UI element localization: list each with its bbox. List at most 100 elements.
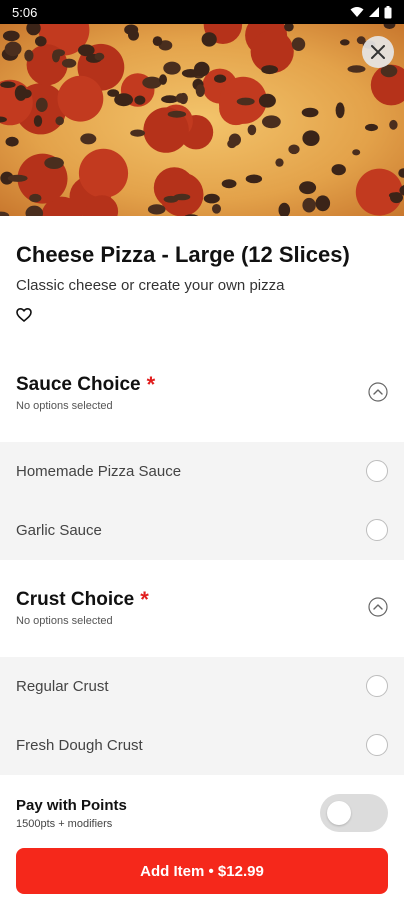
ground-beef-topping	[94, 52, 105, 61]
radio-button[interactable]	[366, 734, 388, 756]
ground-beef-topping	[33, 115, 43, 127]
radio-button[interactable]	[366, 675, 388, 697]
toggle-knob	[327, 801, 351, 825]
ground-beef-topping	[35, 36, 47, 47]
points-cost-label: 1500pts + modifiers	[16, 818, 113, 830]
ground-beef-topping	[301, 107, 319, 118]
ground-beef-topping	[53, 49, 65, 57]
close-button[interactable]	[362, 36, 394, 68]
ground-beef-topping	[159, 74, 167, 85]
ground-beef-topping	[152, 36, 163, 46]
heart-outline-icon[interactable]	[16, 307, 32, 323]
ground-beef-topping	[262, 115, 281, 129]
ground-beef-topping	[245, 174, 263, 184]
ground-beef-topping	[55, 116, 64, 126]
ground-beef-topping	[163, 61, 181, 75]
close-icon	[371, 45, 385, 59]
required-marker: *	[146, 372, 156, 397]
ground-beef-topping	[331, 164, 346, 176]
ground-beef-topping	[163, 195, 179, 203]
ground-beef-topping	[347, 65, 366, 73]
ground-beef-topping	[124, 24, 139, 35]
ground-beef-topping	[0, 81, 16, 88]
option-homemade-pizza-sauce[interactable]: Homemade Pizza Sauce	[0, 442, 404, 501]
signal-icon	[369, 7, 379, 17]
ground-beef-topping	[181, 69, 200, 78]
crust-options-list: Regular Crust Fresh Dough Crust	[0, 657, 404, 775]
ground-beef-topping	[365, 123, 378, 132]
option-regular-crust[interactable]: Regular Crust	[0, 657, 404, 716]
wifi-icon	[350, 7, 364, 17]
battery-icon	[384, 5, 392, 18]
option-fresh-dough-crust[interactable]: Fresh Dough Crust	[0, 716, 404, 775]
section-sauce-header[interactable]: Sauce Choice * No options selected	[0, 356, 404, 442]
option-label: Fresh Dough Crust	[16, 737, 143, 754]
ground-beef-topping	[2, 30, 20, 42]
section-title-text: Sauce Choice	[16, 374, 141, 395]
radio-button[interactable]	[366, 460, 388, 482]
ground-beef-topping	[161, 95, 179, 104]
item-description: Classic cheese or create your own pizza	[16, 277, 285, 294]
section-title: Crust Choice *	[16, 587, 149, 613]
status-icons	[350, 5, 392, 19]
add-item-button[interactable]: Add Item • $12.99	[16, 848, 388, 894]
item-image	[0, 24, 404, 216]
ground-beef-topping	[114, 93, 133, 107]
ground-beef-topping	[352, 149, 361, 156]
ground-beef-topping	[80, 133, 97, 145]
ground-beef-topping	[167, 110, 187, 118]
section-crust-header[interactable]: Crust Choice * No options selected	[0, 571, 404, 657]
ground-beef-topping	[288, 144, 300, 155]
pepperoni-slice	[355, 168, 403, 216]
required-marker: *	[140, 587, 149, 612]
ground-beef-topping	[203, 193, 220, 204]
ground-beef-topping	[389, 119, 398, 130]
ground-beef-topping	[201, 32, 217, 47]
ground-beef-topping	[335, 102, 345, 119]
ground-beef-topping	[195, 84, 205, 97]
ground-beef-topping	[29, 193, 42, 203]
ground-beef-topping	[214, 74, 227, 83]
option-label: Homemade Pizza Sauce	[16, 463, 182, 480]
ground-beef-topping	[302, 130, 320, 146]
pay-with-points-toggle[interactable]	[320, 794, 388, 832]
pepperoni-slice	[219, 91, 253, 126]
section-title: Sauce Choice *	[16, 372, 155, 398]
radio-button[interactable]	[366, 519, 388, 541]
pepperoni-slice	[57, 75, 104, 122]
ground-beef-topping	[35, 97, 48, 112]
option-label: Garlic Sauce	[16, 522, 102, 539]
chevron-up-circle-icon[interactable]	[368, 382, 388, 402]
ground-beef-topping	[5, 136, 19, 147]
ground-beef-topping	[175, 93, 186, 103]
ground-beef-topping	[221, 179, 237, 189]
ground-beef-topping	[258, 93, 276, 108]
ground-beef-topping	[7, 174, 28, 182]
option-garlic-sauce[interactable]: Garlic Sauce	[0, 501, 404, 560]
ground-beef-topping	[142, 76, 162, 89]
checkout-footer: Pay with Points 1500pts + modifiers Add …	[0, 776, 404, 900]
ground-beef-topping	[14, 85, 27, 101]
ground-beef-topping	[134, 95, 146, 105]
ground-beef-topping	[236, 97, 255, 106]
pay-with-points-label: Pay with Points	[16, 797, 127, 814]
item-title: Cheese Pizza - Large (12 Slices)	[16, 242, 350, 267]
ground-beef-topping	[24, 49, 34, 62]
section-title-text: Crust Choice	[16, 589, 135, 610]
section-status: No options selected	[16, 615, 113, 627]
ground-beef-topping	[302, 197, 316, 213]
ground-beef-topping	[291, 37, 306, 51]
chevron-up-circle-icon[interactable]	[368, 597, 388, 617]
ground-beef-topping	[388, 192, 399, 199]
section-status: No options selected	[16, 400, 113, 412]
ground-beef-topping	[147, 204, 166, 215]
ground-beef-topping	[340, 39, 350, 46]
ground-beef-topping	[299, 181, 317, 195]
status-time: 5:06	[12, 4, 38, 20]
sauce-options-list: Homemade Pizza Sauce Garlic Sauce	[0, 442, 404, 560]
status-bar: 5:06	[0, 0, 404, 24]
ground-beef-topping	[212, 204, 221, 214]
ground-beef-topping	[275, 158, 284, 167]
ground-beef-topping	[247, 124, 257, 136]
option-label: Regular Crust	[16, 678, 109, 695]
